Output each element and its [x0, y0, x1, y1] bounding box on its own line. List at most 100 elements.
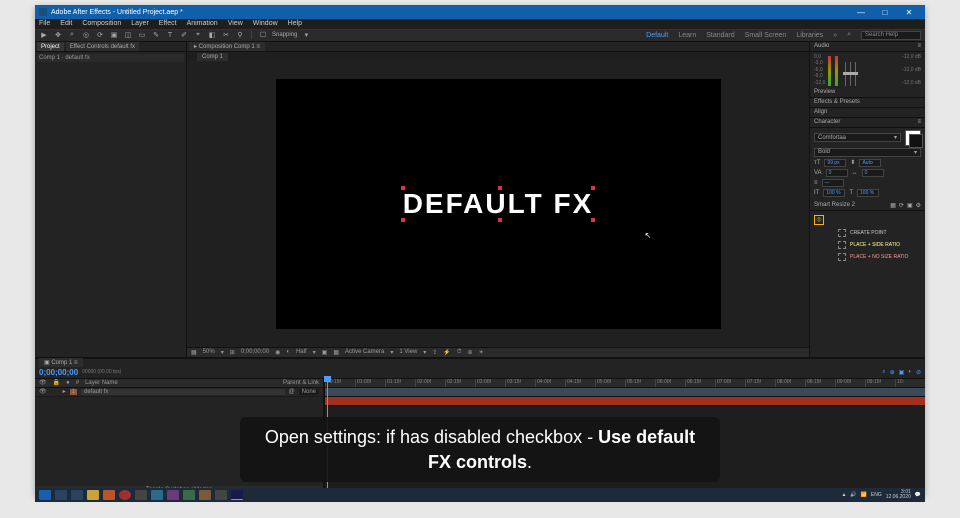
preview-panel-title[interactable]: Preview — [814, 89, 835, 95]
app-icon[interactable] — [199, 490, 211, 500]
text-handle[interactable] — [401, 218, 405, 222]
zoom-tool-icon[interactable]: ⌕ — [67, 30, 77, 40]
align-panel-title[interactable]: Align — [814, 109, 827, 115]
zoom-dropdown[interactable]: 50% — [203, 349, 215, 355]
smart-icon[interactable]: ⟳ — [899, 202, 904, 209]
tl-icon[interactable]: ◐ — [908, 369, 912, 375]
app-icon[interactable] — [183, 490, 195, 500]
fast-preview-icon[interactable]: ⚡ — [443, 349, 450, 356]
firefox-icon[interactable] — [103, 490, 115, 500]
transparency-icon[interactable]: ▦ — [333, 349, 339, 356]
camera-tool-icon[interactable]: ▣ — [109, 30, 119, 40]
work-area-track[interactable] — [325, 388, 925, 397]
zoom-down-icon[interactable]: ▾ — [221, 349, 224, 356]
close-button[interactable]: ✕ — [897, 5, 921, 19]
smart-place-side[interactable]: PLACE + SIDE RATIO — [838, 241, 921, 249]
workspace-default[interactable]: Default — [646, 32, 668, 39]
text-handle[interactable] — [498, 186, 502, 190]
timeline-comp-tab[interactable]: ▣ Comp 1 ≡ — [39, 358, 83, 367]
start-button[interactable] — [39, 490, 51, 500]
clone-tool-icon[interactable]: ⌖ — [193, 30, 203, 40]
ruler-mark[interactable]: 07:15f — [745, 379, 775, 387]
composition-header-tab[interactable]: ▸ Composition Comp 1 ≡ — [189, 42, 265, 51]
roi-icon[interactable]: ▣ — [322, 349, 328, 356]
after-effects-taskbar-icon[interactable] — [231, 490, 243, 500]
notifications-icon[interactable]: 💬 — [915, 492, 921, 498]
gear-icon[interactable]: ⚙ — [916, 202, 921, 209]
project-body[interactable]: Comp 1 · default fx — [35, 52, 186, 357]
search-icon[interactable]: ⌕ — [847, 31, 851, 39]
canvas[interactable]: DEFAULT FX ↖ — [276, 79, 721, 329]
views-down-icon[interactable]: ▾ — [423, 349, 426, 356]
lock-column-icon[interactable]: 🔒 — [53, 379, 60, 386]
text-handle[interactable] — [591, 186, 595, 190]
pen-tool-icon[interactable]: ✎ — [151, 30, 161, 40]
ruler-mark[interactable]: 04:00f — [535, 379, 565, 387]
brush-tool-icon[interactable]: ✐ — [179, 30, 189, 40]
res-down-icon[interactable]: ▾ — [313, 349, 316, 356]
menu-animation[interactable]: Animation — [187, 20, 218, 27]
ruler-mark[interactable]: 05:00f — [595, 379, 625, 387]
effect-controls-tab[interactable]: Effect Controls default fx — [66, 42, 139, 51]
hscale-input[interactable]: 100 % — [857, 189, 879, 197]
tl-search-icon[interactable]: ⌕ — [882, 369, 885, 376]
mask-icon[interactable]: ◐ — [286, 349, 290, 355]
smart-place-nosize[interactable]: PLACE + NO SIZE RATIO — [838, 253, 921, 261]
ruler-mark[interactable]: 08:00f — [775, 379, 805, 387]
panel-menu-icon[interactable]: ≡ — [917, 43, 921, 49]
eye-toggle[interactable]: 👁 — [39, 388, 47, 395]
layer-row[interactable]: 👁 ▸ 1 default fx @ None — [35, 388, 323, 397]
rotate-tool-icon[interactable]: ⟳ — [95, 30, 105, 40]
camera-down-icon[interactable]: ▾ — [390, 349, 393, 356]
ruler-mark[interactable]: 06:15f — [685, 379, 715, 387]
minimize-button[interactable]: — — [849, 5, 873, 19]
app-icon[interactable] — [151, 490, 163, 500]
ruler-mark[interactable]: 02:00f — [415, 379, 445, 387]
menu-composition[interactable]: Composition — [82, 20, 121, 27]
text-handle[interactable] — [401, 186, 405, 190]
kerning-input[interactable]: 0 — [826, 169, 848, 177]
ruler-mark[interactable]: 08:15f — [805, 379, 835, 387]
ruler-mark[interactable]: 07:00f — [715, 379, 745, 387]
panel-menu-icon[interactable]: ≡ — [917, 119, 921, 125]
audio-slider[interactable] — [845, 62, 846, 86]
puppet-tool-icon[interactable]: ⚲ — [235, 30, 245, 40]
menu-window[interactable]: Window — [253, 20, 278, 27]
text-tool-icon[interactable]: T — [165, 30, 175, 40]
search-taskbar-icon[interactable] — [55, 490, 67, 500]
ruler-mark[interactable]: 03:00f — [475, 379, 505, 387]
ruler-mark[interactable]: 09:00f — [835, 379, 865, 387]
ruler-mark[interactable]: 01:15f — [385, 379, 415, 387]
audio-slider[interactable] — [850, 62, 851, 86]
workspace-libraries[interactable]: Libraries — [796, 32, 823, 39]
taskview-icon[interactable] — [71, 490, 83, 500]
ruler-mark[interactable]: 05:15f — [625, 379, 655, 387]
smart-resize-panel-title[interactable]: Smart Resize 2 — [814, 202, 855, 208]
hand-tool-icon[interactable]: ✥ — [53, 30, 63, 40]
camera-dropdown[interactable]: Active Camera — [345, 349, 384, 355]
ruler-mark[interactable]: 10: — [895, 379, 925, 387]
layer-track[interactable] — [325, 397, 925, 406]
font-dropdown[interactable]: Comfortaa▾ — [814, 133, 901, 142]
smart-icon[interactable]: ▦ — [890, 202, 896, 209]
timecode-display[interactable]: 0;00;00;00 — [39, 368, 78, 377]
explorer-icon[interactable] — [87, 490, 99, 500]
app-icon[interactable] — [135, 490, 147, 500]
snapping-option-icon[interactable]: ▾ — [301, 30, 311, 40]
ruler-mark[interactable]: 09:15f — [865, 379, 895, 387]
ruler-mark[interactable]: 04:15f — [565, 379, 595, 387]
timeline-ruler[interactable]: 00:15f01:00f01:15f02:00f02:15f03:00f03:1… — [325, 379, 925, 388]
language-indicator[interactable]: ENG — [871, 492, 882, 498]
text-handle[interactable] — [498, 218, 502, 222]
clock-date[interactable]: 12.06.2020 — [886, 495, 911, 500]
maximize-button[interactable]: □ — [873, 5, 897, 19]
snapshot-icon[interactable]: ◉ — [275, 349, 280, 356]
menu-edit[interactable]: Edit — [60, 20, 72, 27]
ruler-mark[interactable]: 02:15f — [445, 379, 475, 387]
canvas-text[interactable]: DEFAULT FX — [403, 188, 594, 220]
effects-panel-title[interactable]: Effects & Presets — [814, 99, 860, 105]
resolution-dropdown[interactable]: Half — [296, 349, 307, 355]
parent-dropdown[interactable]: None — [299, 389, 319, 395]
search-input[interactable]: Search Help — [861, 31, 921, 40]
menu-view[interactable]: View — [228, 20, 243, 27]
